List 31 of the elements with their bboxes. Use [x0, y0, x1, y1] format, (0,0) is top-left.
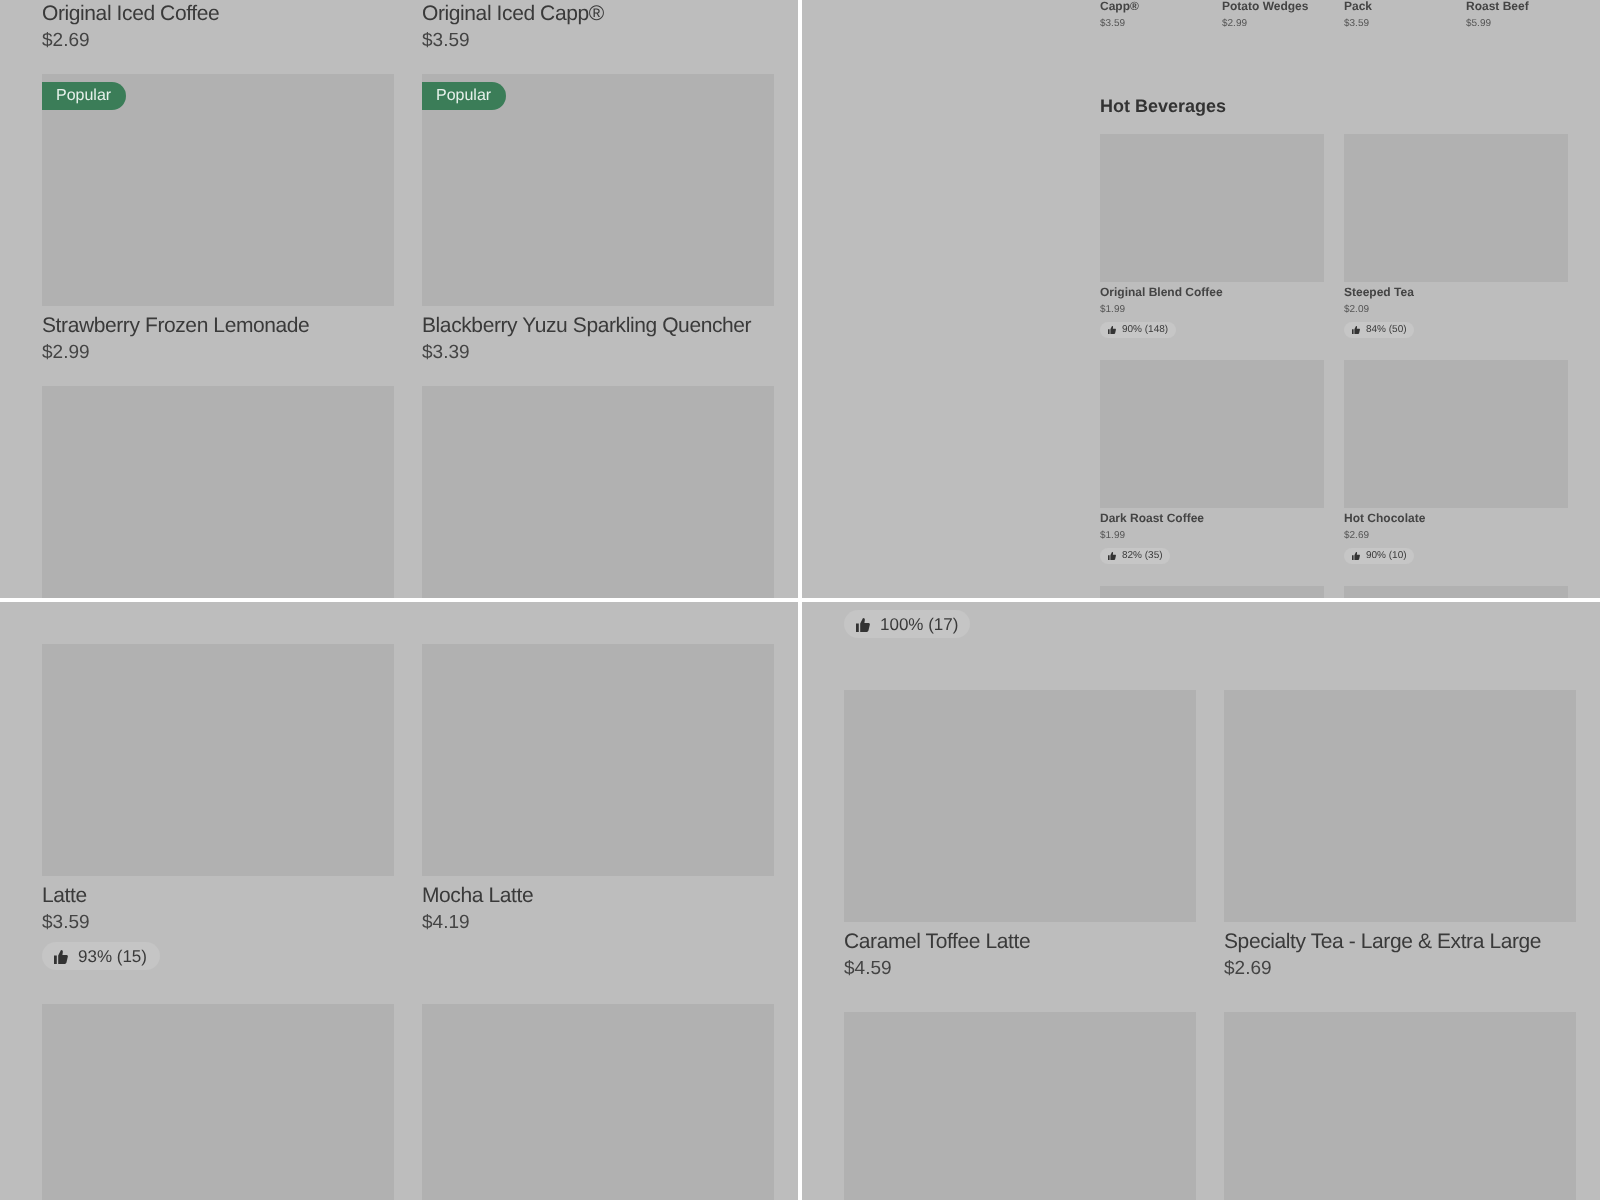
thumbs-up-icon	[1108, 326, 1116, 334]
thumbs-up-icon	[1108, 552, 1116, 560]
image-placeholder[interactable]: Popular	[422, 74, 774, 306]
thumbs-up-icon	[1352, 326, 1360, 334]
thumbs-up-icon	[1352, 552, 1360, 560]
item-name[interactable]: Mocha Latte	[422, 882, 774, 910]
rating-text: 93% (15)	[78, 944, 147, 968]
image-placeholder[interactable]	[42, 386, 394, 598]
section-heading: Hot Beverages	[1100, 96, 1229, 116]
item-name[interactable]: Original Iced Coffee	[42, 0, 394, 28]
thumbs-up-icon	[54, 949, 68, 963]
item-price: $4.19	[422, 910, 472, 936]
item-price: $3.59	[422, 28, 472, 54]
item-price: $3.59	[42, 910, 92, 936]
item-name[interactable]: Blackberry Yuzu Sparkling Quencher	[422, 312, 774, 340]
item-name[interactable]: Latte	[42, 882, 394, 910]
image-placeholder[interactable]: Popular	[42, 74, 394, 306]
item-price: $3.39	[422, 340, 472, 366]
item-price: $2.99	[42, 340, 92, 366]
item-name[interactable]: Specialty Tea - Large & Extra Large	[1224, 927, 1576, 955]
popular-badge: Popular	[42, 82, 126, 110]
image-placeholder[interactable]	[422, 386, 774, 598]
item-name[interactable]: Caramel Toffee Latte	[844, 927, 1196, 955]
item-name[interactable]: Strawberry Frozen Lemonade	[42, 312, 394, 340]
item-price: $2.69	[42, 28, 92, 54]
item-name[interactable]: Original Iced Capp®	[422, 0, 774, 28]
item-price: $2.69	[1224, 955, 1274, 981]
thumbs-up-icon	[856, 617, 870, 631]
rating-text: 100% (17)	[880, 612, 959, 636]
item-price: $4.59	[844, 955, 894, 981]
popular-badge: Popular	[422, 82, 506, 110]
